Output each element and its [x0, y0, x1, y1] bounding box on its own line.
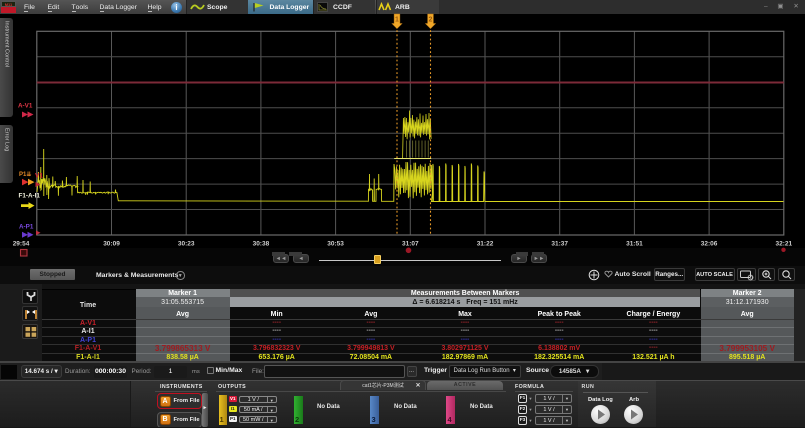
svg-text:1: 1: [395, 17, 399, 24]
svg-text:2: 2: [429, 17, 433, 24]
svg-text:Q: Q: [749, 275, 752, 280]
svg-text:30:38: 30:38: [253, 241, 270, 248]
svg-text:F1-A-I1: F1-A-I1: [19, 193, 41, 200]
svg-text:A-P1: A-P1: [19, 224, 34, 231]
svg-text:31:22: 31:22: [477, 241, 494, 248]
svg-text:30:53: 30:53: [327, 241, 344, 248]
svg-text:29:54: 29:54: [13, 241, 30, 248]
svg-text:30:23: 30:23: [178, 241, 195, 248]
svg-text:30:09: 30:09: [103, 241, 120, 248]
svg-text:31:07: 31:07: [402, 241, 419, 248]
svg-text:V1: V1: [35, 173, 43, 180]
svg-text:A-V1: A-V1: [18, 103, 33, 110]
svg-text:32:06: 32:06: [701, 241, 718, 248]
svg-text:P1⇊: P1⇊: [19, 171, 31, 178]
svg-text:32:21: 32:21: [775, 241, 792, 248]
svg-text:31:37: 31:37: [551, 241, 568, 248]
svg-text:31:51: 31:51: [626, 241, 643, 248]
